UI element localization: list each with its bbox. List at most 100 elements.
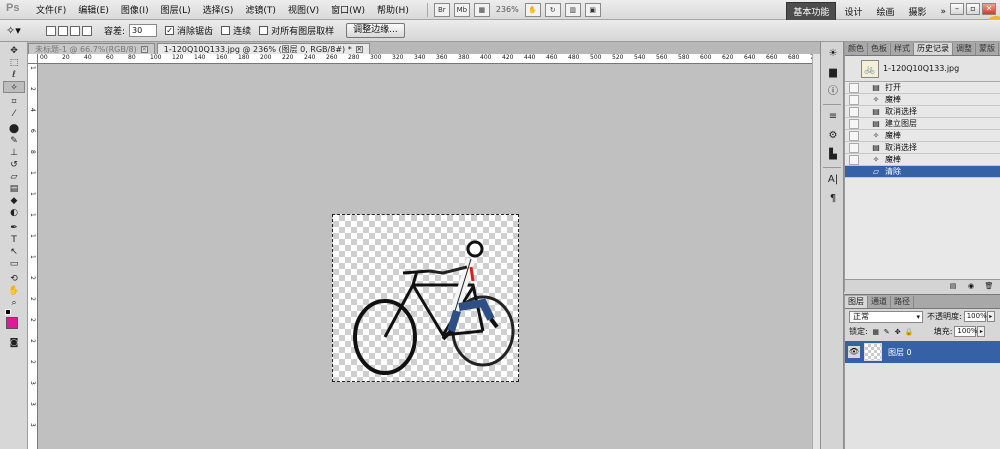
- lock-all-icon[interactable]: 🔒: [905, 328, 914, 336]
- menu-item[interactable]: 图像(I): [115, 3, 155, 16]
- blur-tool-icon[interactable]: ◆: [3, 195, 25, 207]
- history-item[interactable]: ▤ 打开: [845, 82, 1000, 94]
- close-icon[interactable]: ✕: [982, 3, 996, 15]
- menu-item[interactable]: 视图(V): [282, 3, 325, 16]
- dodge-tool-icon[interactable]: ◐: [3, 207, 25, 219]
- minimize-icon[interactable]: –: [950, 3, 964, 15]
- zoom-level[interactable]: 236%: [496, 5, 519, 14]
- fill-input[interactable]: 100%: [954, 326, 977, 337]
- crop-tool-icon[interactable]: ⌗: [3, 96, 25, 108]
- canvas-workspace[interactable]: [38, 64, 820, 449]
- mini-bridge-icon[interactable]: Mb: [453, 2, 470, 17]
- history-item[interactable]: ▤ 取消选择: [845, 142, 1000, 154]
- hand-tool-icon[interactable]: ✋: [3, 285, 25, 297]
- subtract-selection-icon[interactable]: [70, 25, 80, 36]
- lock-transparent-icon[interactable]: ▦: [872, 328, 880, 336]
- camera-snapshot-icon[interactable]: ◉: [966, 282, 976, 290]
- history-snapshot[interactable]: 🚲 1-120Q10Q133.jpg: [845, 56, 1000, 82]
- close-icon[interactable]: ✕: [355, 45, 363, 53]
- fill-slider-icon[interactable]: ▸: [977, 326, 986, 337]
- brush-presets-icon[interactable]: ≡: [824, 110, 842, 124]
- brush-tool-icon[interactable]: ✎: [3, 135, 25, 147]
- menu-item[interactable]: 滤镜(T): [239, 3, 282, 16]
- view-extras-icon[interactable]: ▦: [473, 2, 490, 17]
- shape-tool-icon[interactable]: ▭: [3, 258, 25, 270]
- document-canvas[interactable]: [332, 214, 519, 382]
- tool-presets-icon[interactable]: ▙: [824, 148, 842, 162]
- history-brush-tool-icon[interactable]: ↺: [3, 159, 25, 171]
- history-brush-source-box[interactable]: [849, 154, 859, 165]
- rotate-view-icon[interactable]: ↻: [544, 2, 561, 17]
- ruler-origin[interactable]: [28, 54, 38, 64]
- menu-item[interactable]: 编辑(E): [72, 3, 115, 16]
- history-item[interactable]: ▱ 清除: [845, 166, 1000, 178]
- gradient-tool-icon[interactable]: ▤: [3, 183, 25, 195]
- healing-brush-tool-icon[interactable]: ⬤: [3, 123, 25, 135]
- bridge-icon[interactable]: Br: [433, 2, 450, 17]
- tab-history_tabs-3[interactable]: 历史记录: [914, 43, 953, 55]
- 3d-rotate-tool-icon[interactable]: ⟲: [3, 273, 25, 285]
- magic-wand-tool-icon[interactable]: ✧: [3, 81, 25, 93]
- history-brush-source-box[interactable]: [849, 166, 859, 177]
- character-icon[interactable]: A|: [824, 173, 842, 187]
- magic-wand-preset-icon[interactable]: ✧▾: [6, 23, 32, 39]
- tab-history_tabs-2[interactable]: 样式: [891, 43, 914, 55]
- layer-row[interactable]: 👁 图层 0: [845, 341, 1000, 363]
- tab-layer_tabs-2[interactable]: 路径: [891, 296, 914, 308]
- antialias-checkbox[interactable]: ✓ 消除锯齿: [165, 24, 213, 37]
- tolerance-input[interactable]: 30: [129, 24, 158, 37]
- zoom-tool-icon[interactable]: ⌕: [3, 297, 25, 309]
- history-brush-source-box[interactable]: [849, 94, 859, 105]
- path-selection-tool-icon[interactable]: ↖: [3, 246, 25, 258]
- workspace-design-button[interactable]: 设计: [838, 3, 868, 20]
- screen-mode-icon[interactable]: ▣: [584, 2, 601, 17]
- refine-edge-button[interactable]: 调整边缘...: [346, 23, 405, 38]
- history-brush-source-box[interactable]: [849, 118, 859, 129]
- opacity-slider-icon[interactable]: ▸: [986, 311, 995, 322]
- history-brush-source-box[interactable]: [849, 142, 859, 153]
- eyedropper-tool-icon[interactable]: ⁄: [3, 108, 25, 120]
- history-item[interactable]: ▤ 建立图层: [845, 118, 1000, 130]
- tab-history_tabs-4[interactable]: 调整: [953, 43, 976, 55]
- opacity-input[interactable]: 100%: [963, 311, 987, 322]
- trash-icon[interactable]: 🗑: [984, 282, 994, 290]
- arrange-documents-icon[interactable]: ▥: [564, 2, 581, 17]
- tab-layer_tabs-0[interactable]: 图层: [845, 296, 868, 308]
- tab-layer_tabs-1[interactable]: 通道: [868, 296, 891, 308]
- sample-all-layers-checkbox[interactable]: 对所有图层取样: [259, 24, 334, 37]
- type-tool-icon[interactable]: T: [3, 234, 25, 246]
- tab-history_tabs-0[interactable]: 颜色: [845, 43, 868, 55]
- doc-tab-untitled[interactable]: 未标题-1 @ 66.7%(RGB/8) ✕: [28, 43, 155, 54]
- history-item[interactable]: ✧ 魔棒: [845, 154, 1000, 166]
- foreground-color-swatch[interactable]: [6, 317, 18, 329]
- paragraph-icon[interactable]: ¶: [824, 192, 842, 206]
- history-brush-source-box[interactable]: [849, 130, 859, 141]
- marquee-tool-icon[interactable]: ⬚: [3, 57, 25, 69]
- intersect-selection-icon[interactable]: [82, 25, 92, 36]
- histogram-icon[interactable]: ▆: [824, 66, 842, 80]
- close-icon[interactable]: ✕: [140, 45, 148, 53]
- lock-position-icon[interactable]: ✥: [894, 328, 902, 336]
- history-item[interactable]: ✧ 魔棒: [845, 94, 1000, 106]
- workspace-essentials-button[interactable]: 基本功能: [786, 2, 837, 21]
- ruler-horizontal[interactable]: 00 20 40 60 80 100 120 140 160 180 200 220 240 260 280…: [38, 54, 820, 64]
- quick-mask-icon[interactable]: ◙: [3, 337, 25, 349]
- add-selection-icon[interactable]: [58, 25, 68, 36]
- history-item[interactable]: ▤ 取消选择: [845, 106, 1000, 118]
- menu-item[interactable]: 帮助(H): [371, 3, 415, 16]
- hand-tool-icon[interactable]: ✋: [524, 2, 541, 17]
- clone-stamp-tool-icon[interactable]: ⊥: [3, 147, 25, 159]
- new-selection-icon[interactable]: [46, 25, 56, 36]
- clone-source-icon[interactable]: ⚙: [824, 129, 842, 143]
- history-item[interactable]: ✧ 魔棒: [845, 130, 1000, 142]
- history-brush-source-box[interactable]: [849, 106, 859, 117]
- new-document-from-state-icon[interactable]: ▤: [948, 282, 958, 290]
- menu-item[interactable]: 选择(S): [197, 3, 240, 16]
- pen-tool-icon[interactable]: ✒: [3, 222, 25, 234]
- lasso-tool-icon[interactable]: ℓ: [3, 69, 25, 81]
- info-icon[interactable]: ⓘ: [824, 85, 842, 99]
- lock-pixels-icon[interactable]: ✎: [883, 328, 891, 336]
- move-tool-icon[interactable]: ✥: [3, 45, 25, 57]
- menu-item[interactable]: 窗口(W): [325, 3, 371, 16]
- workspace-painting-button[interactable]: 绘画: [870, 3, 900, 20]
